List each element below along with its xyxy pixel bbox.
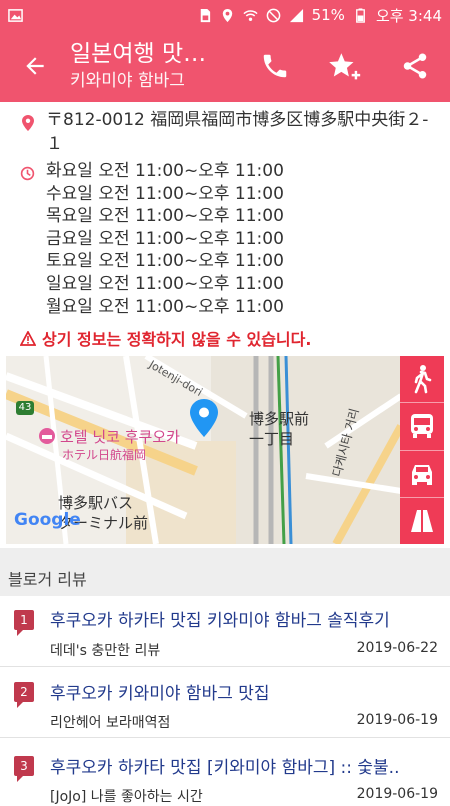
do-not-disturb-icon xyxy=(266,8,280,22)
back-button[interactable] xyxy=(0,30,70,102)
page-subtitle: 키와미야 함바그 xyxy=(70,71,185,91)
phone-icon xyxy=(263,54,287,78)
section-divider xyxy=(0,548,450,556)
hotel-icon xyxy=(39,428,55,444)
map-route-number: 43 xyxy=(18,402,32,413)
warning-text: 상기 정보는 정확하지 않을 수 있습니다. xyxy=(42,330,312,349)
clock-icon xyxy=(20,166,35,181)
location-pin-icon xyxy=(22,115,34,131)
transport-mode-bar xyxy=(400,356,444,544)
review-number-badge: 2 xyxy=(14,682,34,708)
walk-mode-button[interactable] xyxy=(400,356,444,404)
map-hotel-label: 호텔 닛코 후쿠오카 xyxy=(60,428,180,446)
review-author: 리안헤어 보라매역점 xyxy=(50,715,171,731)
car-mode-button[interactable] xyxy=(400,451,444,498)
star-add-icon xyxy=(329,53,361,80)
car-icon xyxy=(412,464,432,485)
hours-line: 토요일 오전 11:00~오후 11:00 xyxy=(46,251,284,272)
map-station-label: 博多駅前 xyxy=(249,410,310,428)
review-author: 데데's 충만한 리뷰 xyxy=(50,643,161,659)
hours-line: 목요일 오전 11:00~오후 11:00 xyxy=(46,206,284,227)
image-notification-icon xyxy=(8,8,23,22)
review-date: 2019-06-19 xyxy=(356,712,438,728)
map-station-label-2: 一丁目 xyxy=(249,430,295,448)
bus-icon xyxy=(411,414,433,439)
clock: 오후 3:44 xyxy=(375,6,442,25)
accuracy-warning: 상기 정보는 정확하지 않을 수 있습니다. xyxy=(20,326,311,350)
page-title: 일본여행 맛… xyxy=(70,41,207,67)
battery-icon xyxy=(356,7,365,23)
review-number-badge: 1 xyxy=(14,610,34,636)
road-mode-button[interactable] xyxy=(400,498,444,544)
hours-line: 금요일 오전 11:00~오후 11:00 xyxy=(46,228,284,249)
road-icon xyxy=(411,509,433,532)
add-favorite-button[interactable] xyxy=(310,30,380,102)
map-view[interactable]: 43 Jotenji-dori 호텔 닛코 후쿠오카 ホテル日航福岡 博多駅前 … xyxy=(6,356,444,544)
hours-line: 수요일 오전 11:00~오후 11:00 xyxy=(46,183,284,204)
address-text[interactable]: 〒812-0012 福岡県福岡市博多区博多駅中央街２-１ xyxy=(46,108,436,156)
sim-icon xyxy=(200,8,210,22)
hours-line: 월요일 오전 11:00~오후 11:00 xyxy=(46,296,284,317)
review-number-badge: 3 xyxy=(14,756,34,782)
warning-icon xyxy=(20,330,36,346)
review-title[interactable]: 후쿠오카 키와미야 함바그 맛집 xyxy=(50,679,440,704)
status-bar: 51% 오후 3:44 xyxy=(0,0,450,30)
location-icon xyxy=(222,8,232,22)
back-arrow-icon xyxy=(26,57,44,75)
opening-hours: 화요일 오전 11:00~오후 11:00 수요일 오전 11:00~오후 11… xyxy=(46,160,284,318)
review-item[interactable]: 2 후쿠오카 키와미야 함바그 맛집 리안헤어 보라매역점 2019-06-19 xyxy=(0,667,450,738)
map-pin-icon xyxy=(190,399,218,437)
review-date: 2019-06-22 xyxy=(356,640,438,656)
battery-percent: 51% xyxy=(311,6,345,24)
review-item[interactable]: 3 후쿠오카 하카타 맛집 [키와미야 함바그] :: 숯불.. [JoJo] … xyxy=(0,738,450,805)
hours-line: 화요일 오전 11:00~오후 11:00 xyxy=(46,161,284,181)
blog-review-header: 블로거 리뷰 xyxy=(0,556,450,596)
app-bar: 일본여행 맛… 키와미야 함바그 xyxy=(0,30,450,102)
share-icon xyxy=(403,53,427,79)
review-title[interactable]: 후쿠오카 하카타 맛집 키와미야 함바그 솔직후기 xyxy=(50,606,440,631)
signal-icon xyxy=(289,8,303,22)
map-hotel-label-jp: ホテル日航福岡 xyxy=(62,448,147,462)
call-button[interactable] xyxy=(240,30,310,102)
wifi-icon xyxy=(243,9,258,21)
google-logo: Google xyxy=(14,510,81,530)
share-button[interactable] xyxy=(380,30,450,102)
walk-icon xyxy=(414,365,432,394)
review-title[interactable]: 후쿠오카 하카타 맛집 [키와미야 함바그] :: 숯불.. xyxy=(50,753,440,778)
hours-line: 일요일 오전 11:00~오후 11:00 xyxy=(46,273,284,294)
review-item[interactable]: 1 후쿠오카 하카타 맛집 키와미야 함바그 솔직후기 데데's 충만한 리뷰 … xyxy=(0,596,450,667)
review-author: [JoJo] 나를 좋아하는 시간 xyxy=(50,789,203,805)
bus-mode-button[interactable] xyxy=(400,403,444,451)
